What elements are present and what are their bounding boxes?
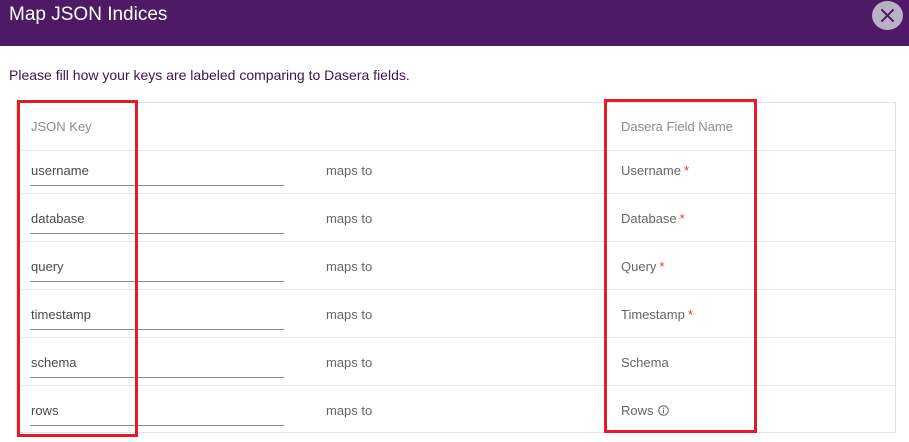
instruction-text: Please fill how your keys are labeled co… (9, 67, 410, 83)
maps-to-label: maps to (326, 355, 373, 370)
close-icon (881, 9, 894, 22)
json-key-value: database (31, 211, 85, 226)
dasera-field-name: Schema (621, 355, 669, 370)
mapping-table: JSON Key Dasera Field Name username maps… (16, 102, 896, 433)
maps-to-label: maps to (326, 211, 373, 226)
dasera-field-name: Timestamp * (621, 307, 693, 322)
dasera-field-label: Database (621, 211, 677, 226)
required-marker: * (659, 259, 665, 274)
dasera-field-name: Query * (621, 259, 664, 274)
table-row: database maps to Database * (17, 194, 895, 242)
table-row: username maps to Username * (17, 146, 895, 194)
json-key-value: query (31, 259, 64, 274)
close-button[interactable] (872, 1, 903, 30)
required-marker: * (679, 211, 685, 226)
table-row: query maps to Query * (17, 242, 895, 290)
maps-to-label: maps to (326, 307, 373, 322)
json-key-header: JSON Key (31, 119, 92, 134)
dasera-field-name: Username * (621, 163, 689, 178)
json-key-input[interactable]: database (30, 202, 284, 234)
json-key-value: timestamp (31, 307, 91, 322)
table-row: schema maps to Schema (17, 338, 895, 386)
json-key-value: username (31, 163, 89, 178)
json-key-value: schema (31, 355, 77, 370)
required-marker: * (683, 163, 690, 178)
json-key-input[interactable]: query (30, 250, 284, 282)
dasera-field-header: Dasera Field Name (621, 119, 733, 134)
dasera-field-name: Database * (621, 211, 685, 226)
dialog-title: Map JSON Indices (9, 4, 168, 25)
table-row: rows maps to Rows (17, 386, 895, 434)
table-header-row: JSON Key Dasera Field Name (17, 103, 895, 151)
table-row: timestamp maps to Timestamp * (17, 290, 895, 338)
maps-to-label: maps to (326, 259, 373, 274)
dasera-field-label: Query (621, 259, 657, 274)
dasera-field-name: Rows (621, 403, 669, 419)
info-icon[interactable] (657, 404, 669, 419)
json-key-value: rows (31, 403, 59, 418)
dialog-header: Map JSON Indices (0, 0, 909, 46)
json-key-input[interactable]: timestamp (30, 298, 284, 330)
maps-to-label: maps to (326, 163, 373, 178)
json-key-input[interactable]: schema (30, 346, 284, 378)
required-marker: * (687, 307, 693, 322)
dasera-field-label: Rows (621, 403, 654, 418)
maps-to-label: maps to (326, 403, 373, 418)
dasera-field-label: Timestamp (621, 307, 685, 322)
dasera-field-label: Username (621, 163, 681, 178)
json-key-input[interactable]: rows (30, 394, 284, 426)
dasera-field-label: Schema (621, 355, 669, 370)
json-key-input[interactable]: username (30, 154, 284, 186)
